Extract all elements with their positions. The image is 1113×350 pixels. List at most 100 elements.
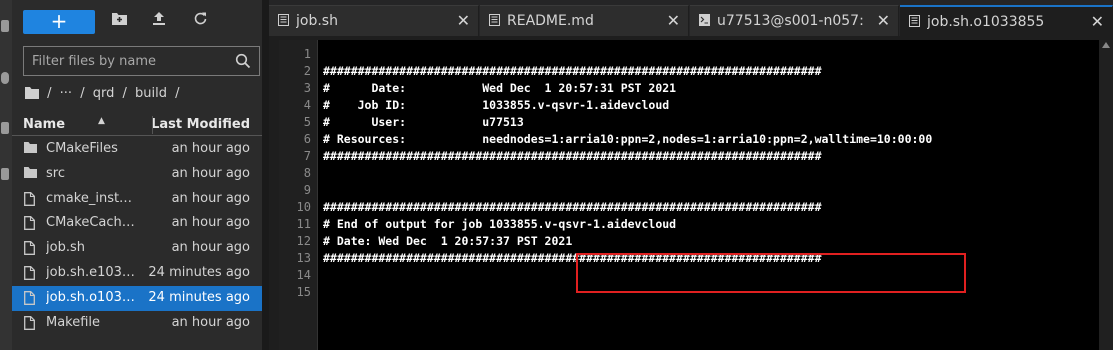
extensions-tab-icon[interactable] — [1, 168, 9, 180]
commands-tab-icon[interactable] — [1, 122, 9, 134]
column-divider[interactable] — [152, 116, 153, 134]
code-line: # Date: Wed Dec 1 20:57:37 PST 2021 — [323, 234, 573, 248]
close-icon[interactable]: ✕ — [667, 11, 680, 30]
line-number: 3 — [303, 81, 311, 95]
line-number: 7 — [303, 149, 311, 163]
file-modified-time: an hour ago — [171, 314, 250, 330]
file-name: CMakeCach… — [46, 215, 134, 231]
line-number: 9 — [303, 183, 311, 197]
code-line: # Date: Wed Dec 1 20:57:31 PST 2021 — [323, 81, 677, 95]
file-modified-time: an hour ago — [171, 165, 250, 181]
close-icon[interactable]: ✕ — [457, 11, 470, 30]
editor-area: job.sh✕README.md✕u77513@s001-n057: ~/one… — [269, 0, 1113, 350]
file-list-item[interactable]: CMakeCach… an hour ago — [12, 211, 262, 236]
breadcrumb-ellipsis[interactable]: ··· — [60, 86, 72, 101]
close-icon[interactable]: ✕ — [1091, 12, 1104, 31]
tab-label: job.sh — [296, 13, 338, 29]
tab-label: job.sh.o1033855 — [927, 14, 1045, 30]
vertical-scrollbar[interactable] — [1099, 40, 1113, 350]
file-modified-time: an hour ago — [171, 141, 250, 156]
editor-tab[interactable]: u77513@s001-n057: ~/one/ ✕ — [690, 5, 899, 36]
text-file-icon — [489, 14, 500, 26]
line-number: 5 — [303, 115, 311, 129]
folder-icon — [24, 166, 37, 181]
new-launcher-button[interactable]: + — [23, 10, 95, 34]
folder-icon — [24, 142, 37, 156]
editor-tab[interactable]: README.md ✕ — [480, 5, 689, 36]
sort-ascending-icon[interactable]: ▲ — [98, 116, 105, 126]
file-list-item[interactable]: job.sh.e103… 24 minutes ago — [12, 261, 262, 286]
search-icon — [235, 53, 251, 69]
column-name-header[interactable]: Name — [23, 117, 65, 132]
refresh-icon[interactable] — [190, 11, 210, 31]
file-modified-time: an hour ago — [171, 190, 250, 206]
code-line: ########################################… — [323, 64, 822, 78]
file-name: Makefile — [46, 314, 101, 330]
scroll-up-icon[interactable] — [1102, 42, 1110, 48]
running-tab-icon[interactable] — [1, 72, 9, 84]
breadcrumb-qrd[interactable]: qrd — [93, 86, 115, 101]
file-name: job.sh — [46, 240, 85, 256]
line-number: 1 — [303, 47, 311, 61]
line-number: 15 — [296, 285, 311, 299]
line-number: 4 — [303, 98, 311, 112]
file-modified-time: 24 minutes ago — [148, 289, 250, 305]
file-modified-time: an hour ago — [171, 215, 250, 231]
column-modified-header[interactable]: Last Modified — [151, 117, 250, 132]
code-line: # Job ID: 1033855.v-qsvr-1.aidevcloud — [323, 98, 670, 112]
document-panel: 1 2 3 4 5 6 7 8 9 10 11 12 13 14 15 ##################… — [279, 40, 1113, 350]
terminal-icon — [699, 14, 710, 26]
file-modified-time: 24 minutes ago — [148, 264, 250, 280]
file-list-item[interactable]: job.sh.o103… 24 minutes ago — [12, 285, 262, 311]
tab-label: u77513@s001-n057: ~/one/ — [717, 13, 868, 29]
file-name: src — [46, 165, 65, 181]
file-list-item[interactable]: Makefile an hour ago — [12, 311, 262, 336]
line-number: 2 — [303, 64, 311, 78]
filter-files-input[interactable] — [24, 47, 224, 75]
upload-icon[interactable] — [149, 11, 169, 31]
line-number: 14 — [296, 268, 311, 282]
code-line: # Resources: neednodes=1:arria10:ppn=2,n… — [323, 132, 933, 146]
panel-splitter[interactable] — [262, 0, 269, 350]
file-icon — [24, 290, 37, 305]
file-name: CMakeFiles — [46, 141, 118, 156]
close-icon[interactable]: ✕ — [877, 11, 890, 30]
line-number-gutter: 1 2 3 4 5 6 7 8 9 10 11 12 13 14 15 — [279, 40, 318, 350]
breadcrumb-separator: / — [47, 86, 52, 101]
line-number: 11 — [296, 217, 311, 231]
code-text[interactable]: ########################################… — [323, 40, 1083, 350]
code-line: # End of output for job 1033855.v-qsvr-1… — [323, 217, 677, 231]
file-name: job.sh.e103… — [46, 264, 134, 280]
file-list-item[interactable]: CMakeFiles an hour ago — [12, 137, 262, 162]
file-modified-time: an hour ago — [171, 240, 250, 256]
code-line: ########################################… — [323, 149, 822, 163]
new-folder-icon[interactable] — [109, 11, 129, 31]
breadcrumb: / ··· / qrd / build / — [25, 86, 184, 104]
file-list-item[interactable]: cmake_inst… an hour ago — [12, 187, 262, 212]
code-line: # User: u77513 — [323, 115, 524, 129]
file-icon — [24, 191, 37, 206]
activity-bar — [0, 0, 12, 350]
file-icon — [24, 216, 37, 231]
editor-tab[interactable]: job.sh.o1033855 ✕ — [900, 5, 1113, 36]
file-list-item[interactable]: job.sh an hour ago — [12, 236, 262, 261]
file-browser-toolbar: + — [12, 0, 262, 40]
file-list: CMakeFiles an hour ago src an hour ago cmake… — [12, 137, 262, 335]
file-list-item[interactable]: src an hour ago — [12, 162, 262, 187]
breadcrumb-separator: / — [175, 86, 180, 101]
file-name: cmake_inst… — [46, 190, 133, 206]
line-number: 10 — [296, 200, 311, 214]
editor-tab[interactable]: job.sh ✕ — [269, 5, 479, 36]
line-number: 12 — [296, 234, 311, 248]
red-highlight-box — [576, 253, 966, 293]
filter-files-field[interactable] — [23, 46, 260, 76]
line-number: 6 — [303, 132, 311, 146]
breadcrumb-build[interactable]: build — [135, 86, 167, 101]
file-icon — [24, 266, 37, 280]
tab-bar: job.sh✕README.md✕u77513@s001-n057: ~/one… — [269, 0, 1113, 36]
file-name: job.sh.o103… — [46, 289, 134, 305]
line-number: 13 — [296, 251, 311, 265]
file-icon — [24, 241, 37, 256]
files-tab-icon[interactable] — [1, 20, 9, 32]
home-folder-icon[interactable] — [25, 87, 39, 103]
